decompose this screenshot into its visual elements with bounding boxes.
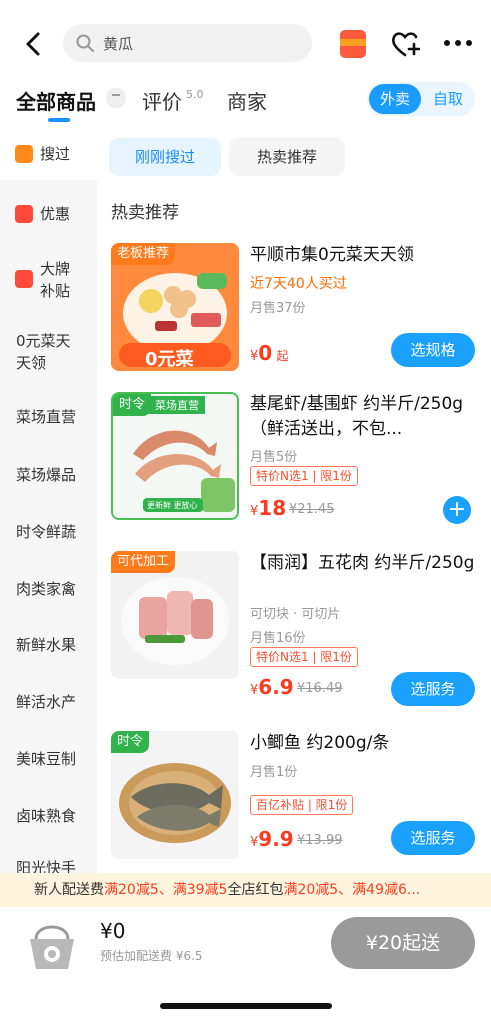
original-price: ¥16.49 [297, 681, 343, 696]
discount-tag-icon [15, 205, 33, 223]
choose-service-button[interactable]: 选服务 [391, 821, 475, 855]
product-card[interactable]: 时令 菜场直营 更新鲜 更放心 基尾虾/基围虾 约半斤/250g（鲜活送出，不包… [97, 392, 491, 542]
choose-service-button[interactable]: 选服务 [391, 672, 475, 706]
sidebar-item-market-hot[interactable]: 菜场爆品 [0, 460, 97, 490]
tabs-row: 全部商品 评价 5.0 商家 外卖 自取 [0, 80, 491, 130]
choose-spec-button[interactable]: 选规格 [391, 333, 475, 367]
sort-icon[interactable] [106, 88, 126, 108]
top-bar: 黄瓜 [0, 0, 491, 80]
product-card[interactable]: 老板推荐 0元菜 平顺市集0元菜天天领 近7天40人买过 月售37份 ¥0 起 … [97, 243, 491, 393]
product-title: 【雨润】五花肉 约半斤/250g [250, 553, 475, 573]
promo-tag: 特价N选1 | 限1份 [250, 466, 358, 486]
product-title: 小鲫鱼 约200g/条 [250, 733, 390, 753]
monthly-sales: 月售37份 [250, 301, 306, 316]
product-list-panel: 刚刚搜过 热卖推荐 热卖推荐 老板推荐 0元菜 平顺市集0元菜天天领 近7天40… [97, 130, 491, 880]
tag-market-direct: 菜场直营 [149, 396, 205, 414]
back-arrow-icon[interactable] [20, 30, 48, 58]
promo-tag: 百亿补贴 | 限1份 [250, 795, 354, 815]
subsidy-icon [15, 270, 33, 288]
sidebar-item-seasonal-veg[interactable]: 时令鲜蔬 [0, 517, 97, 547]
favorite-heart-icon[interactable] [390, 30, 420, 58]
delivery-fee: 预估加配送费 ¥6.5 [100, 949, 203, 963]
sidebar-item-tofu[interactable]: 美味豆制 [0, 744, 97, 774]
tab-merchant[interactable]: 商家 [227, 86, 267, 115]
shopping-basket-icon[interactable] [22, 917, 82, 977]
section-title: 热卖推荐 [111, 203, 179, 223]
search-input[interactable]: 黄瓜 [63, 24, 312, 62]
checkout-button[interactable]: ¥20起送 [331, 917, 475, 969]
monthly-sales: 月售16份 [250, 631, 306, 646]
tab-all-products[interactable]: 全部商品 [16, 86, 96, 115]
price: ¥6.9 [250, 675, 294, 699]
sidebar-item-braised-food[interactable]: 卤味熟食 [0, 801, 97, 831]
sidebar-item-fresh-fruit[interactable]: 新鲜水果 [0, 630, 97, 660]
delivery-mode-toggle: 外卖 自取 [367, 82, 475, 116]
tag-seasonal: 时令 [113, 394, 152, 416]
free-veg-label: 0元菜 [145, 349, 194, 370]
review-score: 5.0 [186, 88, 204, 101]
sidebar-item-brand-subsidy[interactable]: 大牌 补贴 [0, 252, 97, 308]
product-image: 老板推荐 0元菜 [111, 243, 239, 371]
price: ¥0 起 [250, 341, 289, 365]
product-image: 时令 菜场直营 更新鲜 更放心 [111, 392, 239, 520]
promo-tag: 特价N选1 | 限1份 [250, 647, 358, 667]
product-card[interactable]: 可代加工 【雨润】五花肉 约半斤/250g 可切块 · 可切片 月售16份 特价… [97, 551, 491, 706]
sidebar-item-meat-poultry[interactable]: 肉类家禽 [0, 574, 97, 604]
original-price: ¥13.99 [297, 833, 343, 848]
product-card[interactable]: 时令 小鲫鱼 约200g/条 月售1份 百亿补贴 | 限1份 ¥9.9 ¥13.… [97, 731, 491, 880]
promo-discount-1: 满20减5、满39减5 [104, 882, 228, 898]
more-options-icon[interactable] [442, 30, 474, 56]
active-tab-indicator [48, 118, 70, 122]
tag-seasonal: 时令 [111, 731, 150, 753]
add-to-cart-button[interactable]: + [443, 496, 471, 524]
pickup-option[interactable]: 自取 [425, 84, 471, 114]
price: ¥18 [250, 496, 287, 520]
cart-total: ¥0 [100, 919, 126, 943]
category-sidebar: 搜过 优惠 大牌 补贴 0元菜天 天领 菜场直营 菜场爆品 时令鲜蔬 肉类家禽 … [0, 130, 97, 880]
cart-bar: ¥0 预估加配送费 ¥6.5 ¥20起送 [0, 907, 491, 1019]
sidebar-item-market-direct[interactable]: 菜场直营 [0, 402, 97, 432]
promo-mid: 全店红包 [227, 882, 284, 898]
chip-recently-searched[interactable]: 刚刚搜过 [109, 138, 221, 176]
search-icon [76, 34, 94, 52]
sidebar-item-free-veg[interactable]: 0元菜天 天领 [0, 326, 97, 376]
delivery-promo-bar: 新人配送费满20减5、满39减5全店红包满20减5、满49减6... [0, 873, 491, 907]
sidebar-item-discount[interactable]: 优惠 [0, 190, 97, 240]
product-title: 平顺市集0元菜天天领 [250, 245, 414, 265]
search-query: 黄瓜 [103, 35, 134, 53]
product-image: 可代加工 [111, 551, 239, 679]
tag-processing: 可代加工 [111, 551, 176, 573]
product-image: 时令 [111, 731, 239, 859]
monthly-sales: 月售1份 [250, 765, 298, 780]
product-spec: 可切块 · 可切片 [250, 607, 341, 622]
tag-boss-recommend: 老板推荐 [111, 243, 176, 265]
monthly-sales: 月售5份 [250, 450, 298, 465]
red-packet-icon[interactable] [340, 30, 366, 58]
home-indicator [160, 1003, 332, 1009]
tab-reviews[interactable]: 评价 [142, 86, 182, 115]
delivery-option[interactable]: 外卖 [369, 84, 421, 114]
recent-buyers: 近7天40人买过 [250, 276, 347, 292]
promo-prefix: 新人配送费 [34, 882, 104, 898]
chip-hot-recommend[interactable]: 热卖推荐 [229, 138, 345, 176]
original-price: ¥21.45 [289, 502, 335, 517]
price: ¥9.9 [250, 827, 294, 851]
sidebar-item-live-seafood[interactable]: 鲜活水产 [0, 687, 97, 717]
product-title: 基尾虾/基围虾 约半斤/250g（鲜活送出，不包... [250, 394, 464, 439]
fresher-label: 更新鲜 更放心 [147, 501, 198, 510]
promo-discount-2: 满20减5、满49减6... [283, 882, 421, 898]
search-badge-icon [15, 145, 33, 163]
sidebar-item-searched[interactable]: 搜过 [0, 130, 97, 180]
